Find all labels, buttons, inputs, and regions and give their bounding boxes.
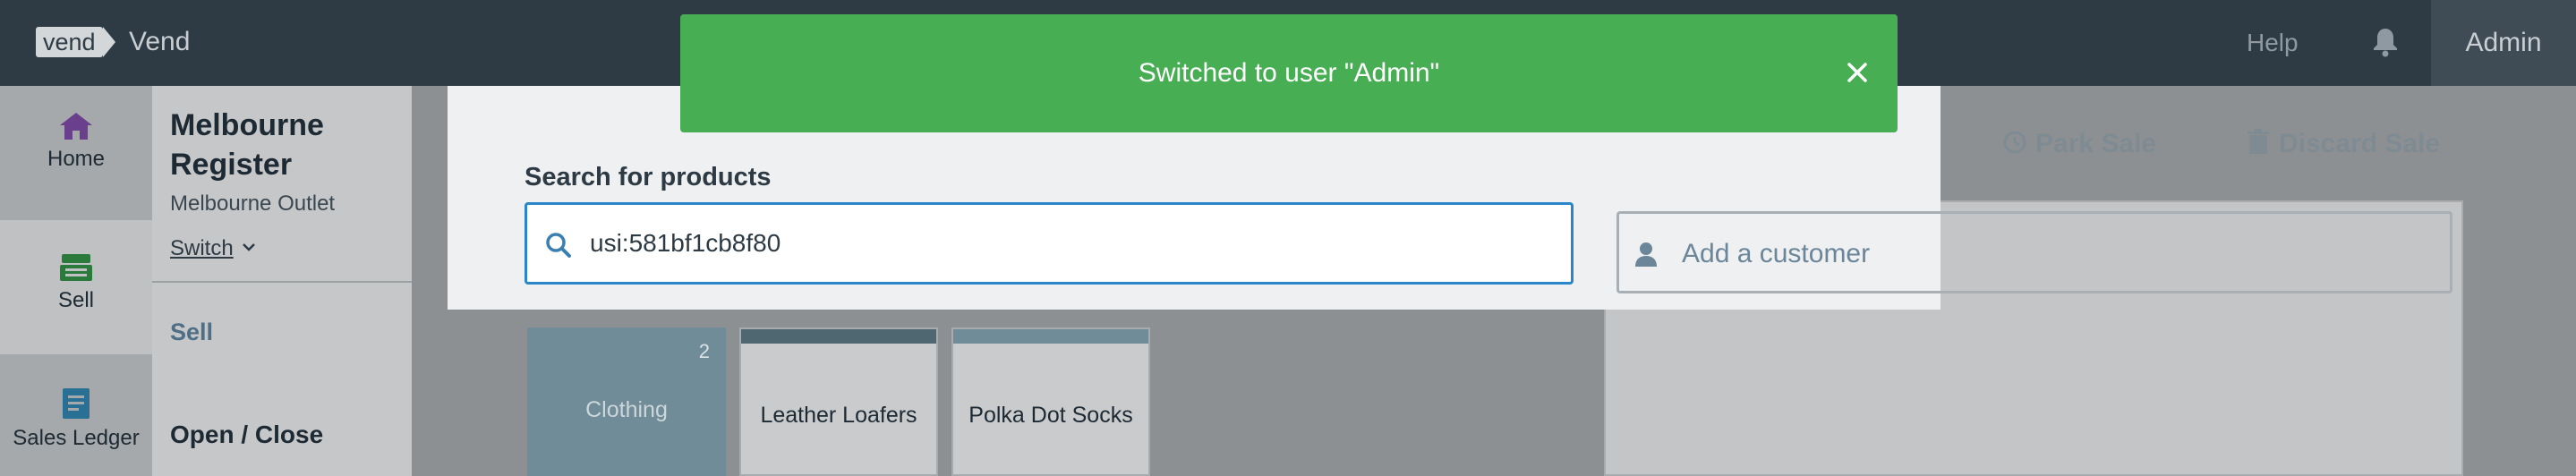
vend-logo[interactable]: vend	[36, 27, 115, 57]
user-icon	[1635, 242, 1657, 267]
register-icon	[0, 252, 152, 283]
nav-sell-label: Sell	[57, 288, 95, 312]
nav-home[interactable]: Home	[0, 111, 152, 218]
tile-color-bar	[741, 329, 936, 344]
toast-message: Switched to user "Admin"	[1138, 58, 1440, 88]
tile-color-bar	[953, 329, 1148, 344]
tile-label: Polka Dot Socks	[968, 403, 1133, 428]
nav-sales-ledger-label: Sales Ledger	[13, 426, 140, 450]
chevron-down-icon[interactable]	[242, 238, 256, 257]
nav-sell[interactable]: Sell	[0, 220, 152, 354]
search-label: Search for products	[525, 163, 772, 191]
switch-register-link[interactable]: Switch	[170, 236, 234, 261]
add-customer-field[interactable]: Add a customer	[1616, 211, 2452, 293]
park-sale-label: Park Sale	[2035, 129, 2157, 158]
tile-label: Leather Loafers	[760, 403, 917, 428]
logo-text: vend	[43, 29, 96, 55]
product-search-input[interactable]	[590, 205, 1557, 282]
admin-menu-button[interactable]: Admin	[2431, 0, 2576, 86]
product-tile-polka-dot-socks[interactable]: Polka Dot Socks	[951, 327, 1150, 476]
divider	[152, 281, 412, 283]
tile-label: Clothing	[585, 397, 668, 422]
toast-notification: Switched to user "Admin"	[680, 14, 1898, 132]
home-icon	[0, 111, 152, 141]
park-sale-button[interactable]: Park Sale	[2001, 129, 2156, 159]
nav-home-label: Home	[47, 147, 106, 171]
add-customer-placeholder: Add a customer	[1682, 239, 1871, 268]
left-nav: Home Sell Sales Ledger	[0, 86, 152, 476]
close-icon[interactable]	[1844, 59, 1871, 86]
menu-item-sell[interactable]: Sell	[170, 319, 213, 346]
outlet-name: Melbourne Outlet	[170, 191, 336, 216]
nav-sales-ledger[interactable]: Sales Ledger	[0, 387, 152, 476]
register-title: Melbourne Register	[170, 108, 324, 182]
discard-sale-button[interactable]: Discard Sale	[2247, 129, 2440, 159]
tile-count-badge: 2	[698, 340, 710, 362]
product-search-box[interactable]	[525, 202, 1574, 285]
ledger-icon	[0, 387, 152, 421]
product-tile-leather-loafers[interactable]: Leather Loafers	[739, 327, 938, 476]
register-panel: Melbourne Register Melbourne Outlet Swit…	[152, 86, 412, 476]
discard-sale-label: Discard Sale	[2279, 129, 2441, 158]
history-icon	[2003, 131, 2026, 154]
brand-name: Vend	[129, 27, 191, 56]
search-icon	[546, 233, 571, 258]
help-link[interactable]: Help	[2247, 29, 2299, 57]
product-tile-clothing[interactable]: 2 Clothing	[527, 327, 726, 476]
trash-icon	[2248, 129, 2269, 154]
bell-icon[interactable]	[2372, 27, 2399, 57]
menu-item-open-close[interactable]: Open / Close	[170, 421, 323, 449]
